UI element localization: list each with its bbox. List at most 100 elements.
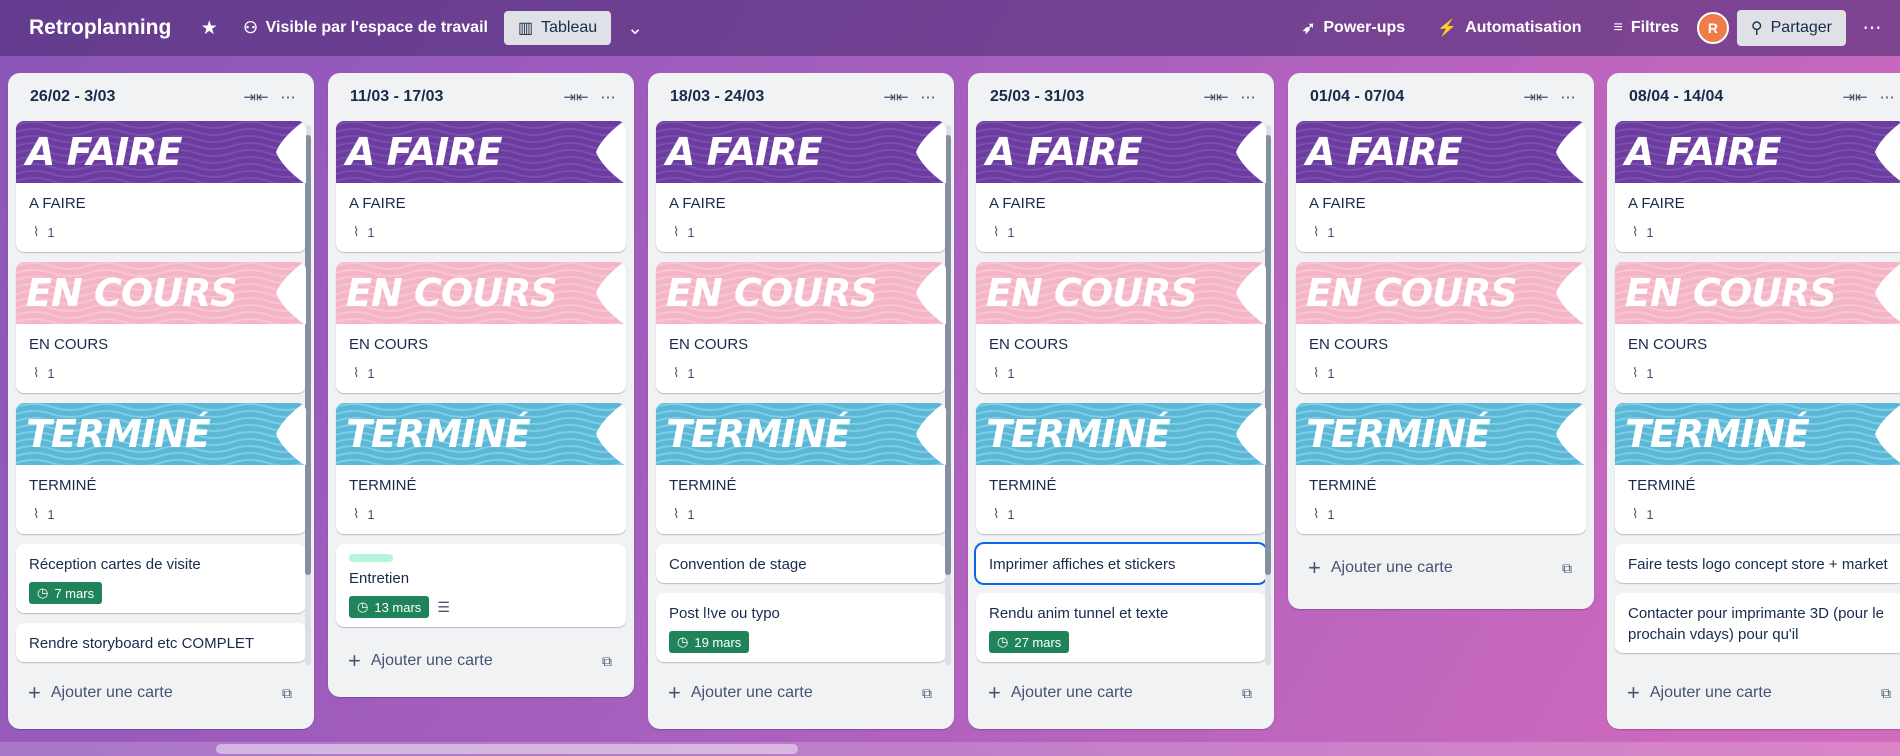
add-card-button[interactable]: + Ajouter une carte xyxy=(668,682,914,704)
scrollbar-thumb[interactable] xyxy=(945,135,951,575)
card[interactable]: Imprimer affiches et stickers xyxy=(976,544,1266,583)
collapse-list-icon[interactable]: ⇥⇤ xyxy=(560,81,592,113)
card[interactable]: TERMINÉ TERMINÉ ⌇ 1 xyxy=(976,403,1266,534)
card-title: TERMINÉ xyxy=(349,477,417,494)
card-body: TERMINÉ ⌇ 1 xyxy=(16,465,306,534)
card[interactable]: TERMINÉ TERMINÉ ⌇ 1 xyxy=(336,403,626,534)
card-body: EN COURS ⌇ 1 xyxy=(1296,324,1586,393)
list-title[interactable]: 01/04 - 07/04 xyxy=(1310,88,1520,106)
card-template-icon[interactable]: ⧉ xyxy=(914,680,940,706)
filters-button[interactable]: ≡ Filtres xyxy=(1604,11,1689,45)
add-card-label: Ajouter une carte xyxy=(370,652,493,669)
due-date-badge[interactable]: ◷ 19 mars xyxy=(669,631,750,653)
more-icon[interactable]: ⋯ xyxy=(1856,12,1888,44)
paperclip-icon: ⌇ xyxy=(33,506,40,521)
list-menu-icon[interactable]: ⋯ xyxy=(592,81,624,113)
collapse-list-icon[interactable]: ⇥⇤ xyxy=(1839,81,1871,113)
card[interactable]: EN COURS EN COURS ⌇ 1 xyxy=(1296,262,1586,393)
card[interactable]: Réception cartes de visite ◷ 7 mars xyxy=(16,544,306,613)
list-menu-icon[interactable]: ⋯ xyxy=(1552,81,1584,113)
list-menu-icon[interactable]: ⋯ xyxy=(1232,81,1264,113)
view-switcher-button[interactable]: ▥ Tableau xyxy=(503,11,612,45)
attachment-count: 1 xyxy=(1007,224,1015,240)
board-title[interactable]: Retroplanning xyxy=(29,16,171,40)
card[interactable]: Faire tests logo concept store + market xyxy=(1615,544,1900,583)
card-template-icon[interactable]: ⧉ xyxy=(1234,680,1260,706)
list-menu-icon[interactable]: ⋯ xyxy=(1871,81,1900,113)
scrollbar-thumb[interactable] xyxy=(216,744,798,754)
card[interactable]: TERMINÉ TERMINÉ ⌇ 1 xyxy=(1296,403,1586,534)
card[interactable]: A FAIRE A FAIRE ⌇ 1 xyxy=(336,121,626,252)
add-card-button[interactable]: + Ajouter une carte xyxy=(988,682,1234,704)
plus-icon: + xyxy=(668,680,681,705)
list-title[interactable]: 08/04 - 14/04 xyxy=(1629,88,1839,106)
card[interactable]: Rendu anim tunnel et texte ◷ 27 mars xyxy=(976,593,1266,662)
card-cover: TERMINÉ xyxy=(336,403,626,465)
add-card-button[interactable]: + Ajouter une carte xyxy=(1627,682,1873,704)
add-card-button[interactable]: + Ajouter une carte xyxy=(28,682,274,704)
list-header[interactable]: 08/04 - 14/04 ⇥⇤ ⋯ xyxy=(1607,73,1900,121)
list-footer: + Ajouter une carte ⧉ xyxy=(328,637,634,685)
list-title[interactable]: 11/03 - 17/03 xyxy=(350,88,560,106)
list-header[interactable]: 25/03 - 31/03 ⇥⇤ ⋯ xyxy=(968,73,1274,121)
collapse-list-icon[interactable]: ⇥⇤ xyxy=(1200,81,1232,113)
list-header[interactable]: 11/03 - 17/03 ⇥⇤ ⋯ xyxy=(328,73,634,121)
scrollbar-thumb[interactable] xyxy=(1265,135,1271,575)
list-header[interactable]: 26/02 - 3/03 ⇥⇤ ⋯ xyxy=(8,73,314,121)
list-header[interactable]: 18/03 - 24/03 ⇥⇤ ⋯ xyxy=(648,73,954,121)
star-icon[interactable]: ★ xyxy=(193,12,225,44)
card[interactable]: A FAIRE A FAIRE ⌇ 1 xyxy=(976,121,1266,252)
list-title[interactable]: 25/03 - 31/03 xyxy=(990,88,1200,106)
card[interactable]: A FAIRE A FAIRE ⌇ 1 xyxy=(656,121,946,252)
card-template-icon[interactable]: ⧉ xyxy=(1873,680,1899,706)
cover-cutout xyxy=(1554,403,1586,465)
card[interactable]: Contacter pour imprimante 3D (pour le pr… xyxy=(1615,593,1900,653)
scrollbar-thumb[interactable] xyxy=(305,135,311,575)
card[interactable]: Post l!ve ou typo ◷ 19 mars xyxy=(656,593,946,662)
list-header[interactable]: 01/04 - 07/04 ⇥⇤ ⋯ xyxy=(1288,73,1594,121)
list-menu-icon[interactable]: ⋯ xyxy=(912,81,944,113)
card-badges: ⌇ 1 xyxy=(349,220,614,244)
power-ups-button[interactable]: ➶ Power-ups xyxy=(1292,11,1415,45)
card[interactable]: EN COURS EN COURS ⌇ 1 xyxy=(336,262,626,393)
card[interactable]: TERMINÉ TERMINÉ ⌇ 1 xyxy=(656,403,946,534)
share-button[interactable]: ⚲ Partager xyxy=(1736,10,1846,46)
card[interactable]: TERMINÉ TERMINÉ ⌇ 1 xyxy=(1615,403,1900,534)
card[interactable]: TERMINÉ TERMINÉ ⌇ 1 xyxy=(16,403,306,534)
list-scrollbar[interactable] xyxy=(1265,125,1271,665)
list-scrollbar[interactable] xyxy=(305,125,311,665)
card-template-icon[interactable]: ⧉ xyxy=(274,680,300,706)
collapse-list-icon[interactable]: ⇥⇤ xyxy=(1520,81,1552,113)
chevron-down-icon[interactable]: ⌄ xyxy=(619,12,651,44)
card[interactable]: Convention de stage xyxy=(656,544,946,583)
automation-button[interactable]: ⚡ Automatisation xyxy=(1427,11,1591,45)
card[interactable]: EN COURS EN COURS ⌇ 1 xyxy=(976,262,1266,393)
add-card-button[interactable]: + Ajouter une carte xyxy=(1308,557,1554,579)
card[interactable]: A FAIRE A FAIRE ⌇ 1 xyxy=(1615,121,1900,252)
add-card-button[interactable]: + Ajouter une carte xyxy=(348,650,594,672)
card-badges: ⌇ 1 xyxy=(349,502,614,526)
card[interactable]: Entretien ◷ 13 mars ☰ xyxy=(336,544,626,627)
card[interactable]: EN COURS EN COURS ⌇ 1 xyxy=(16,262,306,393)
card-template-icon[interactable]: ⧉ xyxy=(1554,555,1580,581)
card-title: A FAIRE xyxy=(1628,195,1685,212)
avatar[interactable]: R xyxy=(1696,12,1729,44)
horizontal-scrollbar[interactable] xyxy=(0,742,1900,756)
due-date-badge[interactable]: ◷ 13 mars xyxy=(349,596,430,618)
due-date-badge[interactable]: ◷ 27 mars xyxy=(989,631,1070,653)
visibility-button[interactable]: ⚇ Visible par l'espace de travail xyxy=(233,11,498,45)
list-menu-icon[interactable]: ⋯ xyxy=(272,81,304,113)
collapse-list-icon[interactable]: ⇥⇤ xyxy=(880,81,912,113)
collapse-list-icon[interactable]: ⇥⇤ xyxy=(240,81,272,113)
card[interactable]: EN COURS EN COURS ⌇ 1 xyxy=(1615,262,1900,393)
list-title[interactable]: 26/02 - 3/03 xyxy=(30,88,240,106)
card-label[interactable] xyxy=(349,554,393,562)
card[interactable]: A FAIRE A FAIRE ⌇ 1 xyxy=(16,121,306,252)
card[interactable]: EN COURS EN COURS ⌇ 1 xyxy=(656,262,946,393)
card[interactable]: A FAIRE A FAIRE ⌇ 1 xyxy=(1296,121,1586,252)
card-template-icon[interactable]: ⧉ xyxy=(594,648,620,674)
card[interactable]: Rendre storyboard etc COMPLET xyxy=(16,623,306,662)
due-date-badge[interactable]: ◷ 7 mars xyxy=(29,582,103,604)
list-scrollbar[interactable] xyxy=(945,125,951,665)
list-title[interactable]: 18/03 - 24/03 xyxy=(670,88,880,106)
